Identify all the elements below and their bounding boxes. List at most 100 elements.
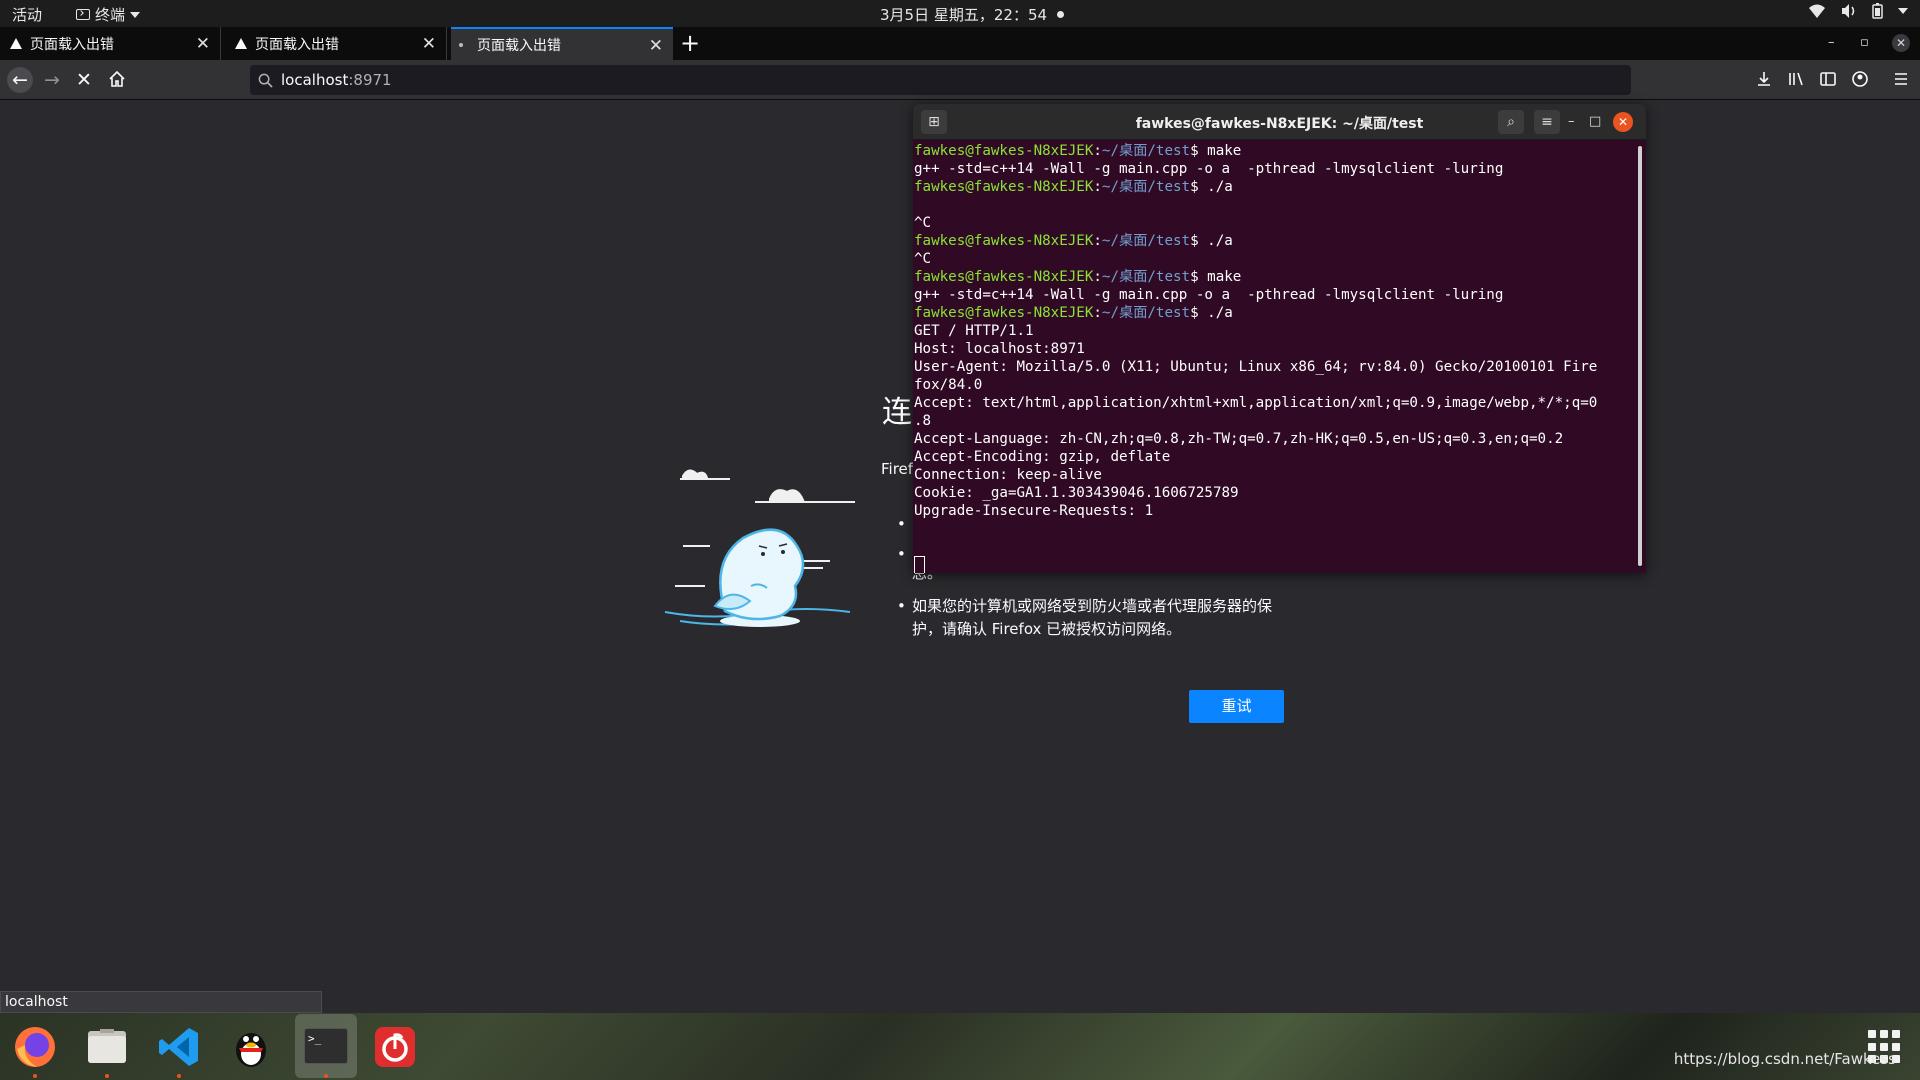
url-port: :8971 <box>348 71 392 89</box>
tab-2[interactable]: 页面载入出错 ✕ <box>225 27 447 60</box>
prompt-path: ~/桌面/test <box>1101 143 1191 159</box>
close-tab-icon[interactable]: ✕ <box>649 36 663 56</box>
dock-terminal[interactable]: >_ <box>295 1014 357 1078</box>
running-indicator <box>33 1074 37 1078</box>
dock-firefox[interactable] <box>7 1019 63 1078</box>
prompt-path: ~/桌面/test <box>1101 269 1191 285</box>
bullet-firewall-line1: 如果您的计算机或网络受到防火墙或者代理服务器的保 <box>912 597 1273 615</box>
terminal-line: fawkes@fawkes-N8xEJEK:~/桌面/test$ ./a <box>914 232 1630 250</box>
prompt-path: ~/桌面/test <box>1101 233 1191 249</box>
tab-label: 页面载入出错 <box>30 36 114 53</box>
prompt-user: fawkes@fawkes-N8xEJEK <box>914 233 1094 249</box>
close-tab-icon[interactable]: ✕ <box>196 34 210 54</box>
activities-button[interactable]: 活动 <box>12 4 42 25</box>
terminal-line: fox/84.0 <box>914 377 983 393</box>
library-icon[interactable] <box>1787 70 1805 88</box>
terminal-line: Accept-Encoding: gzip, deflate <box>914 449 1171 465</box>
error-subtitle: Firef <box>881 460 914 478</box>
vscode-icon <box>159 1028 198 1066</box>
prompt-colon: : <box>1093 179 1102 195</box>
terminal-window[interactable]: ⊞ fawkes@fawkes-N8xEJEK: ~/桌面/test ⌕ ≡ –… <box>913 104 1646 573</box>
terminal-scrollbar[interactable] <box>1638 146 1642 566</box>
search-icon[interactable]: ⌕ <box>1498 110 1524 134</box>
qq-icon <box>236 1033 266 1067</box>
prompt-user: fawkes@fawkes-N8xEJEK <box>914 305 1094 321</box>
prompt-path: ~/桌面/test <box>1101 179 1191 195</box>
menu-icon[interactable] <box>1892 70 1910 88</box>
system-tray[interactable] <box>1808 3 1908 19</box>
close-window-icon[interactable]: ✕ <box>1892 34 1910 52</box>
clock[interactable]: 3月5日 星期五，22：54 <box>880 4 1065 25</box>
stop-loading-button[interactable]: ✕ <box>71 67 97 93</box>
close-tab-icon[interactable]: ✕ <box>422 34 436 54</box>
new-tab-button[interactable]: + <box>680 29 700 57</box>
dock-vscode[interactable] <box>151 1019 207 1078</box>
prompt-user: fawkes@fawkes-N8xEJEK <box>914 143 1094 159</box>
bullet-dot: • <box>897 597 906 615</box>
terminal-line: fawkes@fawkes-N8xEJEK:~/桌面/test$ make <box>914 268 1630 286</box>
terminal-line: Accept-Language: zh-CN,zh;q=0.8,zh-TW;q=… <box>914 431 1564 447</box>
tab-3-active[interactable]: 页面载入出错 ✕ <box>451 27 673 60</box>
url-host: localhost <box>281 71 349 89</box>
system-menu-icon <box>1898 8 1908 14</box>
prompt-command: $ ./a <box>1190 305 1233 321</box>
home-icon[interactable] <box>108 70 126 88</box>
bullet-dot: • <box>897 545 906 563</box>
terminal-cursor <box>914 556 925 573</box>
back-button[interactable]: ← <box>7 67 33 93</box>
error-dinosaur-illustration <box>664 469 855 627</box>
minimize-icon[interactable]: – <box>1568 114 1575 129</box>
close-icon[interactable]: ✕ <box>1613 112 1633 132</box>
restore-icon[interactable]: ▫ <box>1860 35 1869 50</box>
terminal-header-bar[interactable]: ⊞ fawkes@fawkes-N8xEJEK: ~/桌面/test ⌕ ≡ –… <box>913 104 1646 140</box>
terminal-line: Connection: keep-alive <box>914 467 1102 483</box>
prompt-user: fawkes@fawkes-N8xEJEK <box>914 179 1094 195</box>
prompt-command: $ make <box>1190 269 1242 285</box>
dock-qq[interactable] <box>223 1019 279 1075</box>
running-indicator <box>324 1074 328 1078</box>
volume-icon <box>1842 4 1855 18</box>
files-icon <box>88 1029 126 1063</box>
app-menu-label: 终端 <box>95 6 126 24</box>
prompt-command: $ ./a <box>1190 179 1233 195</box>
terminal-output[interactable]: fawkes@fawkes-N8xEJEK:~/桌面/test$ make g++… <box>914 142 1630 573</box>
maximize-icon[interactable]: □ <box>1589 114 1601 129</box>
prompt-colon: : <box>1093 143 1102 159</box>
minimize-icon[interactable]: – <box>1828 35 1835 50</box>
prompt-user: fawkes@fawkes-N8xEJEK <box>914 269 1094 285</box>
terminal-line: Host: localhost:8971 <box>914 341 1085 357</box>
terminal-line: g++ -std=c++14 -Wall -g main.cpp -o a -p… <box>914 161 1504 177</box>
retry-button[interactable]: 重试 <box>1189 690 1284 723</box>
prompt-command: $ ./a <box>1190 233 1233 249</box>
downloads-icon[interactable] <box>1755 70 1773 88</box>
url-bar[interactable]: localhost:8971 <box>250 65 1631 95</box>
sidebar-icon[interactable] <box>1819 70 1837 88</box>
terminal-line: GET / HTTP/1.1 <box>914 323 1034 339</box>
prompt-command: $ make <box>1190 143 1242 159</box>
tab-label: 页面载入出错 <box>255 36 339 53</box>
watermark: https://blog.csdn.net/Fawkess <box>1673 1050 1896 1068</box>
dock-netease-music[interactable] <box>367 1019 423 1075</box>
warning-icon <box>10 38 22 49</box>
terminal-line: Upgrade-Insecure-Requests: 1 <box>914 503 1154 519</box>
forward-button[interactable]: → <box>39 67 65 93</box>
notification-dot-icon <box>1057 11 1065 18</box>
hamburger-menu-icon[interactable]: ≡ <box>1534 110 1560 134</box>
prompt-path: ~/桌面/test <box>1101 305 1191 321</box>
dock-files[interactable] <box>79 1019 135 1078</box>
link-status-bar: localhost <box>0 991 322 1013</box>
loading-icon <box>459 42 463 47</box>
tab-strip: 页面载入出错 ✕ 页面载入出错 ✕ 页面载入出错 ✕ + – ▫ ✕ <box>0 27 1920 60</box>
account-icon[interactable] <box>1851 70 1869 88</box>
prompt-colon: : <box>1093 233 1102 249</box>
prompt-colon: : <box>1093 305 1102 321</box>
wifi-icon <box>1809 4 1825 18</box>
app-menu[interactable]: 终端 <box>76 4 141 25</box>
clock-label: 3月5日 星期五，22：54 <box>880 6 1048 24</box>
running-indicator <box>105 1074 109 1078</box>
tab-1[interactable]: 页面载入出错 ✕ <box>0 27 221 60</box>
terminal-line: g++ -std=c++14 -Wall -g main.cpp -o a -p… <box>914 287 1504 303</box>
